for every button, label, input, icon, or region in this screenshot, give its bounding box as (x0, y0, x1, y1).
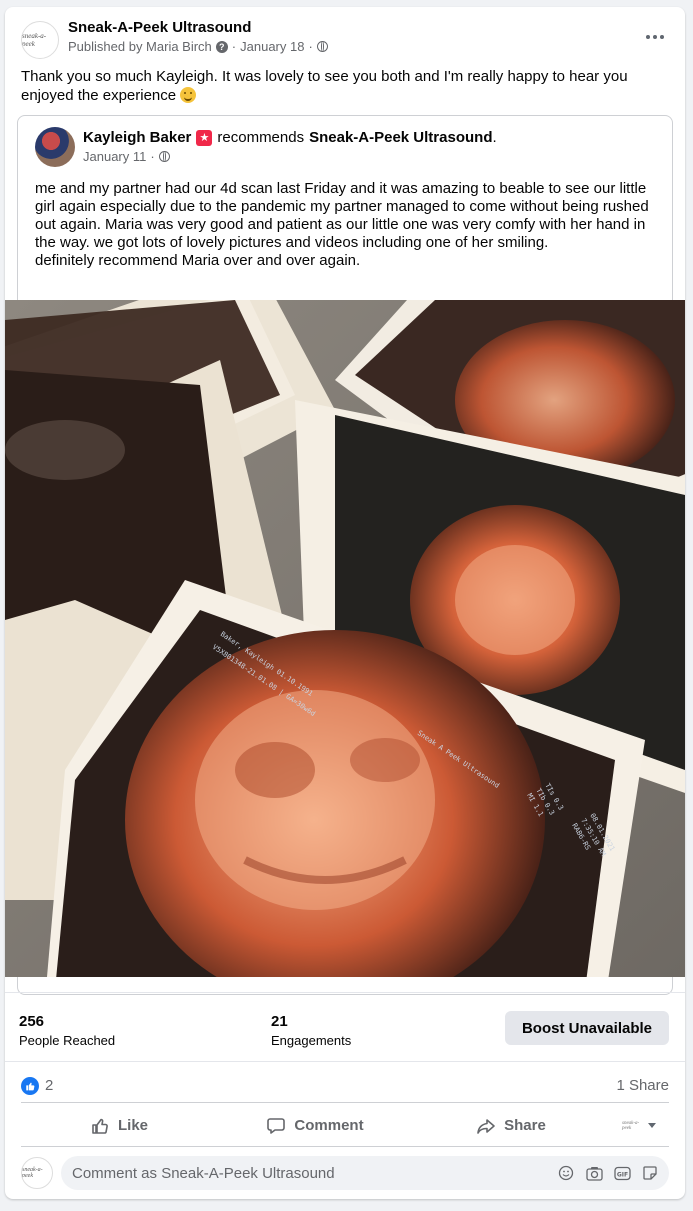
like-count: 2 (45, 1077, 54, 1094)
people-reached-value: 256 (19, 1013, 45, 1030)
commenter-avatar[interactable]: sneak-a-peek (21, 1157, 53, 1189)
share-button[interactable]: Share (413, 1108, 609, 1144)
meta-separator: · (150, 149, 155, 164)
share-label: Share (504, 1117, 546, 1134)
recommendation-period: . (492, 129, 497, 146)
globe-icon[interactable] (158, 151, 170, 162)
boost-button[interactable]: Boost Unavailable (505, 1011, 669, 1045)
sticker-icon[interactable] (641, 1164, 659, 1182)
page-avatar-logo: sneak-a-peek (22, 32, 47, 48)
comment-icon (267, 1117, 286, 1134)
recommender-avatar[interactable] (35, 127, 75, 167)
more-icon[interactable] (641, 27, 669, 47)
caret-down-icon (648, 1123, 656, 1128)
recommended-page[interactable]: Sneak-A-Peek Ultrasound (309, 129, 492, 146)
comment-tools: GIF (557, 1164, 659, 1182)
thumbs-up-icon (92, 1118, 108, 1134)
recommendation-meta: January 11 · (83, 149, 170, 164)
people-reached-stat[interactable]: 256 People Reached (19, 1013, 115, 1048)
post-message-text: Thank you so much Kayleigh. It was lovel… (21, 68, 628, 104)
like-button[interactable]: Like (21, 1108, 217, 1144)
camera-icon[interactable] (585, 1164, 603, 1182)
reactions-bar: 2 1 Share (21, 1069, 669, 1103)
recommendation-line: Kayleigh Baker ★ recommends Sneak-A-Peek… (83, 129, 497, 146)
help-icon[interactable]: ? (215, 40, 228, 53)
page-switcher-avatar: sneak-a-peek (622, 1120, 640, 1131)
published-by[interactable]: Published by Maria Birch (68, 39, 212, 54)
recommendation-text: me and my partner had our 4d scan last F… (35, 180, 649, 269)
comment-composer: sneak-a-peek GIF (21, 1155, 669, 1191)
share-count[interactable]: 1 Share (616, 1077, 669, 1094)
recommend-star-icon: ★ (196, 129, 213, 146)
people-reached-label: People Reached (19, 1033, 116, 1048)
post-meta: Published by Maria Birch ? · January 18 … (68, 39, 328, 54)
post-message: Thank you so much Kayleigh. It was lovel… (21, 67, 676, 105)
share-icon (477, 1118, 495, 1134)
post-date[interactable]: January 18 (240, 39, 304, 54)
recommends-verb: recommends (217, 129, 305, 146)
meta-separator: · (308, 39, 313, 54)
page-avatar[interactable]: sneak-a-peek (21, 21, 59, 59)
comment-label: Comment (294, 1117, 364, 1134)
post-header: sneak-a-peek Sneak-A-Peek Ultrasound Pub… (21, 19, 669, 59)
globe-icon[interactable] (316, 41, 328, 52)
page-switcher[interactable]: sneak-a-peek (609, 1121, 669, 1131)
recommendation-header: Kayleigh Baker ★ recommends Sneak-A-Peek… (35, 127, 662, 169)
emoji-icon[interactable] (557, 1164, 575, 1182)
comment-button[interactable]: Comment (217, 1108, 413, 1144)
meta-separator: · (231, 39, 237, 54)
commenter-avatar-logo: sneak-a-peek (22, 1167, 43, 1179)
gif-icon[interactable]: GIF (613, 1164, 631, 1182)
engagements-stat[interactable]: 21 Engagements (271, 1013, 351, 1048)
engagements-value: 21 (271, 1013, 288, 1030)
ultrasound-photo[interactable]: Sneak A Peek Ultrasound Baker, Kayleigh … (5, 300, 685, 977)
recommendation-date[interactable]: January 11 (83, 149, 146, 164)
post-insights: 256 People Reached 21 Engagements Boost … (5, 992, 685, 1062)
smiley-emoji-icon (180, 87, 197, 103)
recommender-name[interactable]: Kayleigh Baker (83, 129, 191, 146)
reaction-summary[interactable]: 2 (21, 1076, 54, 1095)
post-card: sneak-a-peek Sneak-A-Peek Ultrasound Pub… (5, 7, 685, 1199)
page-name[interactable]: Sneak-A-Peek Ultrasound (68, 19, 251, 36)
like-reaction-icon (21, 1076, 39, 1095)
action-bar: Like Comment Share sneak-a-peek (21, 1105, 669, 1147)
svg-text:GIF: GIF (616, 1171, 627, 1178)
engagements-label: Engagements (271, 1033, 352, 1048)
like-label: Like (117, 1117, 148, 1134)
